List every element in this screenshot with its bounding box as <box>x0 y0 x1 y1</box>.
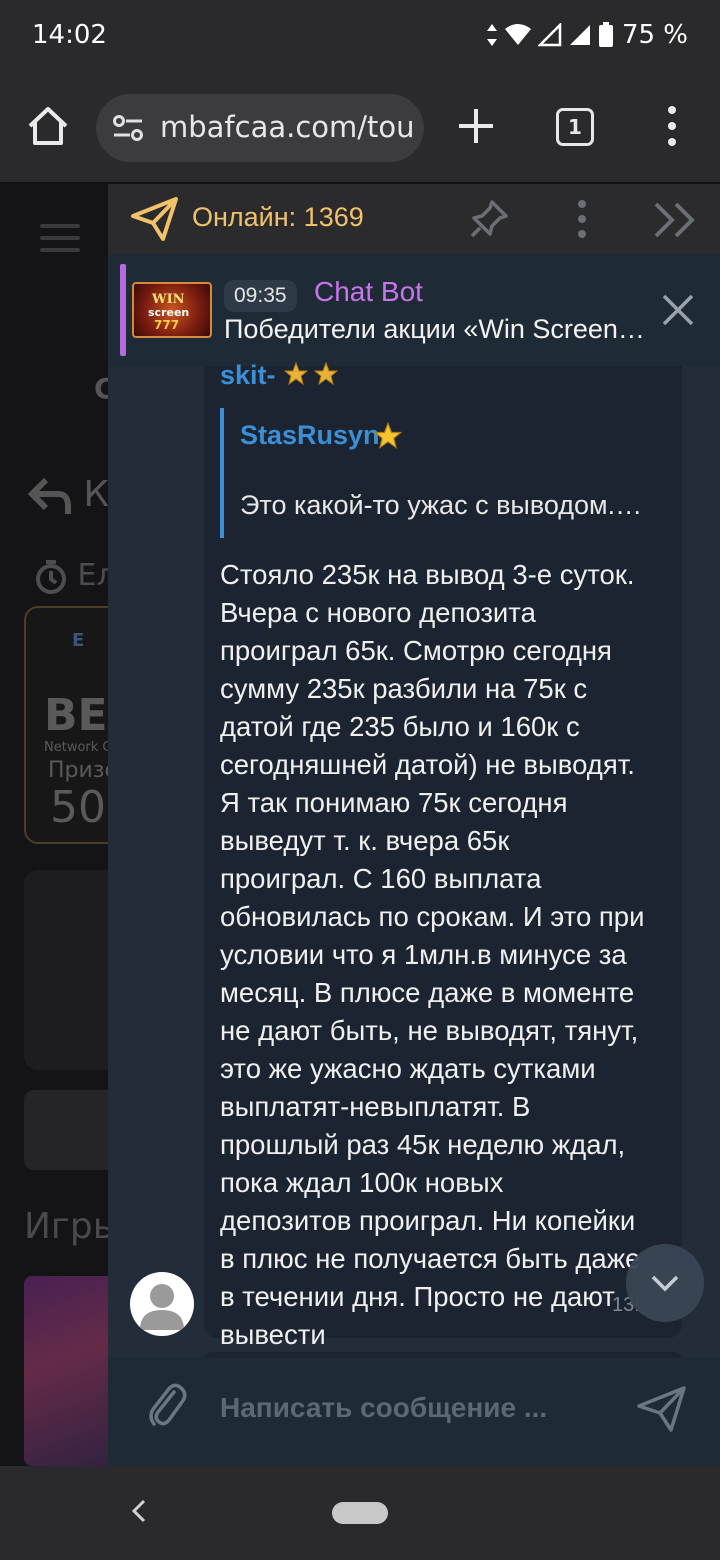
chat-message: skit- StasRusyn Это какой-то ужас с выво… <box>204 360 682 1350</box>
close-icon[interactable] <box>660 292 696 328</box>
tab-switcher-button[interactable]: 1 <box>556 108 594 146</box>
battery-icon <box>598 22 613 47</box>
home-gesture-pill[interactable] <box>332 1502 388 1524</box>
hamburger-icon[interactable] <box>40 224 80 252</box>
back-arrow-icon <box>27 477 71 514</box>
bg-timer: Ел <box>34 558 116 595</box>
back-icon[interactable] <box>128 1496 150 1526</box>
bg-card-brand: E <box>72 630 85 651</box>
battery-percent: 75 % <box>621 20 688 50</box>
bg-card-value: 50 <box>50 782 106 833</box>
collapse-chat-icon[interactable] <box>652 200 698 240</box>
address-bar[interactable]: mbafcaa.com/tou <box>96 94 424 162</box>
browser-toolbar: mbafcaa.com/tou 1 <box>0 74 720 184</box>
status-time: 14:02 <box>32 20 107 50</box>
bg-card-title: BE <box>44 690 108 741</box>
more-menu-icon[interactable] <box>660 104 684 148</box>
signal-icon <box>569 25 590 45</box>
star-icon <box>314 362 338 386</box>
bg-back-link[interactable]: К <box>27 474 110 516</box>
send-icon[interactable] <box>636 1384 688 1434</box>
system-nav-bar <box>0 1466 720 1560</box>
home-icon[interactable] <box>26 104 70 148</box>
avatar[interactable] <box>130 1272 194 1336</box>
pinned-author: Chat Bot <box>314 276 423 307</box>
default-user-icon <box>140 1284 184 1330</box>
pinned-thumbnail: WIN screen 777 <box>132 282 212 338</box>
bg-back-label: К <box>83 474 110 515</box>
user-rank-stars <box>284 362 338 386</box>
quote-text: Это какой-то ужас с выводом.… <box>240 490 643 520</box>
star-icon <box>374 422 402 450</box>
signal-icon <box>537 23 562 47</box>
status-right: 75 % <box>486 20 688 50</box>
message-username[interactable]: skit- <box>220 360 276 391</box>
scroll-to-bottom-button[interactable] <box>626 1244 704 1322</box>
wifi-icon <box>504 24 531 45</box>
online-count: Онлайн: 1369 <box>192 202 364 232</box>
status-bar: 14:02 75 % <box>0 0 720 74</box>
pinned-text: Победители акции «Win Screen… <box>224 314 645 344</box>
chat-menu-icon[interactable] <box>574 198 590 240</box>
attach-icon[interactable] <box>144 1378 188 1432</box>
new-tab-icon[interactable] <box>456 106 496 146</box>
quote-username: StasRusyn <box>240 420 380 450</box>
message-input[interactable]: Написать сообщение ... <box>220 1392 547 1424</box>
url-text[interactable]: mbafcaa.com/tou <box>160 110 415 144</box>
timer-icon <box>36 559 66 594</box>
chat-header: Онлайн: 1369 <box>108 184 720 254</box>
quoted-message[interactable]: StasRusyn Это какой-то ужас с выводом.… <box>220 408 670 538</box>
star-icon <box>284 362 308 386</box>
bg-card-sub: Network C <box>44 740 112 755</box>
pinned-accent-bar <box>120 264 126 356</box>
chevron-down-icon <box>651 1275 679 1292</box>
chat-panel: Онлайн: 1369 WIN screen 777 09:35 Chat B… <box>108 184 720 1466</box>
paper-plane-icon <box>131 197 178 241</box>
pinned-message[interactable]: WIN screen 777 09:35 Chat Bot Победители… <box>108 254 720 366</box>
pin-icon[interactable] <box>468 198 510 240</box>
message-composer: Написать сообщение ... <box>108 1358 720 1466</box>
data-arrows-icon <box>486 24 497 46</box>
status-icons <box>486 22 614 48</box>
pinned-time: 09:35 <box>224 280 297 312</box>
bg-games-heading: Игры <box>24 1206 122 1247</box>
site-settings-icon[interactable] <box>112 114 144 142</box>
message-text: Стояло 235к на вывод 3-е суток. Вчера с … <box>220 559 645 1350</box>
